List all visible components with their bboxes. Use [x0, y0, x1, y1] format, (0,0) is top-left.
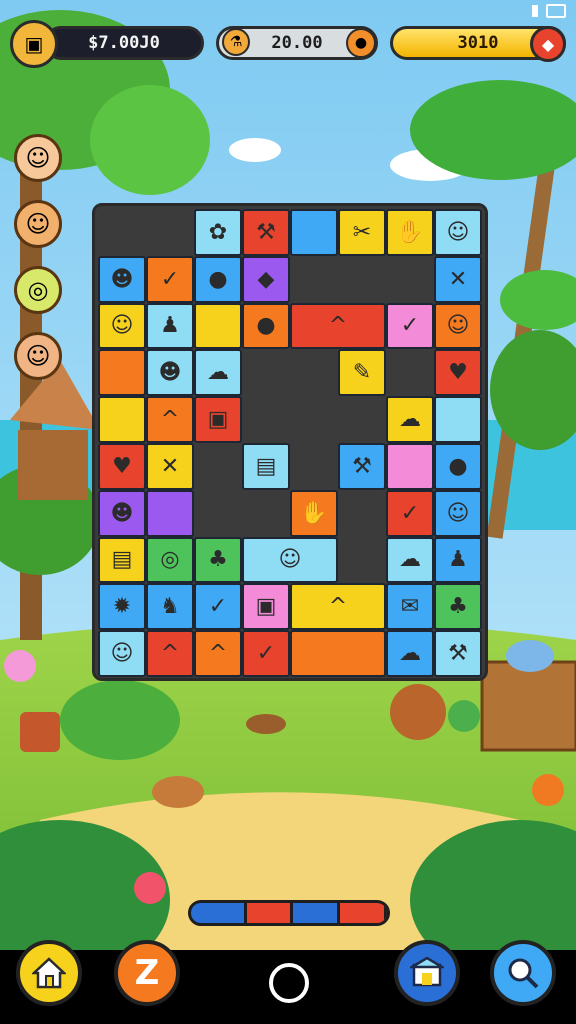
- search-button[interactable]: [490, 940, 556, 1006]
- blank-tile[interactable]: [98, 349, 146, 397]
- animal-tile[interactable]: ♞: [146, 583, 194, 631]
- window-icon: [546, 4, 566, 18]
- check-tile[interactable]: ✓: [386, 302, 434, 350]
- chick-tile[interactable]: ●: [242, 302, 290, 350]
- cloud-tile[interactable]: ☁: [386, 536, 434, 584]
- progress-segment: [340, 903, 387, 923]
- puzzle-board: ✿ ⚒ ✂ ✋ ☺ ☻ ✓ ● ◆ ✕ ☺ ♟ ● ^ ✓ ☺ ☻ ☁ ✎ ♥ ^ ▣ ☁ ♥ ✕ ▤ ⚒ ● ☻ ✋ ✓ ☺ ▤ ◎ ♣ ☺ ☁ ♟ ✹ ♞…: [92, 203, 488, 681]
- gem-tile[interactable]: ◆: [242, 255, 290, 303]
- gold-value: 3010: [457, 33, 499, 53]
- resource-hud: $7.00J0 ▣ 20.00 ⚗ ● 3010 ◆: [0, 20, 576, 68]
- bug-tile[interactable]: ☺: [98, 630, 146, 677]
- plant-tile[interactable]: ♣: [434, 583, 482, 631]
- shop-icon: [410, 957, 444, 987]
- arrow-tile[interactable]: ^: [146, 630, 194, 677]
- cross-tile[interactable]: ✕: [434, 255, 482, 303]
- progress-segment: [191, 903, 247, 923]
- cat-avatar[interactable]: ☺: [14, 200, 62, 248]
- bottom-nav-bar: Z: [0, 940, 576, 1024]
- splash-tile[interactable]: ✹: [98, 583, 146, 631]
- blank-tile[interactable]: [146, 489, 194, 537]
- gem-icon[interactable]: ◆: [530, 26, 566, 62]
- pen-tile[interactable]: ✎: [338, 349, 386, 397]
- check-tile[interactable]: ✓: [146, 255, 194, 303]
- z-label: Z: [134, 953, 160, 993]
- snail-tile[interactable]: ●: [434, 443, 482, 490]
- bear-tile[interactable]: ☺: [434, 302, 482, 350]
- blank-tile[interactable]: [194, 302, 242, 350]
- box-tile[interactable]: ▣: [194, 396, 242, 443]
- house-icon: [32, 957, 66, 989]
- search-icon: [508, 958, 539, 989]
- tool-tile[interactable]: ⚒: [338, 443, 386, 490]
- heart-tile[interactable]: ♥: [434, 349, 482, 397]
- cloud-tile[interactable]: ☁: [386, 630, 434, 677]
- figure-tile[interactable]: ♟: [434, 536, 482, 584]
- hand-tile[interactable]: ✋: [386, 209, 434, 256]
- hammer-tile[interactable]: ⚒: [242, 209, 290, 256]
- tool-tile[interactable]: ⚒: [434, 630, 482, 677]
- frog-tile[interactable]: ☻: [146, 349, 194, 397]
- blank-tile[interactable]: [386, 443, 434, 490]
- cat-tile[interactable]: ☻: [98, 489, 146, 537]
- ring-tile[interactable]: ◎: [146, 536, 194, 584]
- heart-tile[interactable]: ♥: [98, 443, 146, 490]
- scissors-tile[interactable]: ✂: [338, 209, 386, 256]
- explorer-avatar[interactable]: ☺: [14, 134, 62, 182]
- shop-button[interactable]: [394, 940, 460, 1006]
- ghost-tile[interactable]: ☺: [98, 302, 146, 350]
- level-progress-bar: [188, 900, 390, 926]
- scroll-tile[interactable]: ✉: [386, 583, 434, 631]
- battery-icon: [532, 5, 538, 17]
- fruit-avatar[interactable]: ◎: [14, 266, 62, 314]
- book-tile[interactable]: ▤: [98, 536, 146, 584]
- home-button[interactable]: [16, 940, 82, 1006]
- monster-tile[interactable]: ☻: [98, 255, 146, 303]
- check-tile[interactable]: ✓: [194, 583, 242, 631]
- bucket-tile[interactable]: ▣: [242, 583, 290, 631]
- hand-tile[interactable]: ✋: [290, 489, 338, 537]
- character-list: ☺ ☺ ◎ ☺: [14, 134, 62, 398]
- check-tile[interactable]: ✓: [242, 630, 290, 677]
- cat-tile[interactable]: ☺: [242, 536, 338, 584]
- progress-segment: [293, 903, 341, 923]
- pig-tile[interactable]: ☺: [434, 489, 482, 537]
- arrow-tile[interactable]: ^: [290, 583, 386, 631]
- blank-tile[interactable]: [98, 396, 146, 443]
- blank-tile[interactable]: [434, 396, 482, 443]
- potion-icon: ⚗: [222, 28, 250, 56]
- frog-tile[interactable]: ☺: [434, 209, 482, 256]
- plant-tile[interactable]: ♣: [194, 536, 242, 584]
- z-button[interactable]: Z: [114, 940, 180, 1006]
- blank-tile[interactable]: [290, 209, 338, 256]
- kid-avatar[interactable]: ☺: [14, 332, 62, 380]
- check-tile[interactable]: ✓: [386, 489, 434, 537]
- flower-tile[interactable]: ✿: [194, 209, 242, 256]
- arrow-tile[interactable]: ^: [290, 302, 386, 350]
- fruit-icon: ●: [346, 28, 376, 58]
- cross-tile[interactable]: ✕: [146, 443, 194, 490]
- bird-tile[interactable]: ●: [194, 255, 242, 303]
- coins-value: $7.00J0: [88, 33, 160, 53]
- arrow-tile[interactable]: ^: [194, 630, 242, 677]
- cloud-tile[interactable]: ☁: [194, 349, 242, 397]
- treasure-chest-icon[interactable]: ▣: [10, 20, 58, 68]
- progress-segment: [246, 903, 294, 923]
- system-home-icon[interactable]: [269, 963, 309, 1003]
- basket-tile[interactable]: ▤: [242, 443, 290, 490]
- tile-grid: ✿ ⚒ ✂ ✋ ☺ ☻ ✓ ● ◆ ✕ ☺ ♟ ● ^ ✓ ☺ ☻ ☁ ✎ ♥ ^ ▣ ☁ ♥ ✕ ▤ ⚒ ● ☻ ✋ ✓ ☺ ▤ ◎ ♣ ☺ ☁ ♟ ✹ ♞…: [98, 209, 482, 677]
- cloud-tile[interactable]: ☁: [386, 396, 434, 443]
- coins-counter[interactable]: $7.00J0: [44, 26, 204, 60]
- energy-value: 20.00: [271, 33, 323, 53]
- blank-tile[interactable]: [290, 630, 386, 677]
- arrow-tile[interactable]: ^: [146, 396, 194, 443]
- figure-tile[interactable]: ♟: [146, 302, 194, 350]
- status-indicators: [532, 4, 566, 18]
